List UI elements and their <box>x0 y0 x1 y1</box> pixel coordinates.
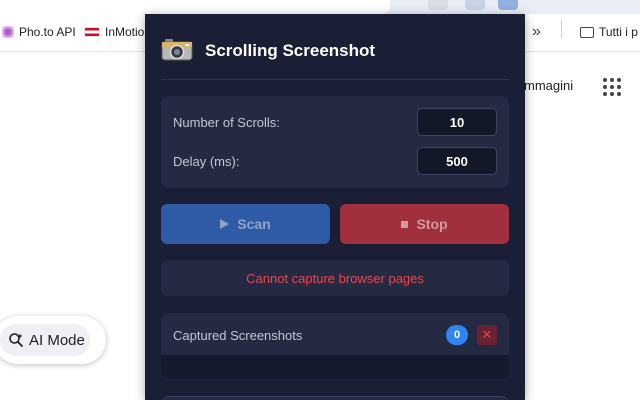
captured-header: Captured Screenshots 0 ✕ <box>173 324 497 346</box>
bookmark-item[interactable]: Pho.to API <box>2 25 76 39</box>
bookmark-label: Tutti i p <box>599 25 638 39</box>
bookmarks-overflow-chevron-icon[interactable]: » <box>532 23 541 41</box>
ai-mode-button[interactable]: AI Mode <box>0 324 90 356</box>
ai-mode-label: AI Mode <box>29 331 85 349</box>
browser-active-tab[interactable] <box>0 0 390 14</box>
scan-button-label: Scan <box>237 216 271 232</box>
active-extension-icon[interactable] <box>498 0 518 10</box>
extension-icon[interactable] <box>428 0 448 10</box>
clear-screenshots-close-icon[interactable]: ✕ <box>477 325 497 345</box>
browser-tab-strip <box>0 0 640 14</box>
captured-list <box>161 355 509 379</box>
delay-input[interactable] <box>417 147 497 175</box>
extension-popup: Scrolling Screenshot Number of Scrolls: … <box>145 14 525 400</box>
bookmarks-divider <box>561 20 562 38</box>
captured-controls: 0 ✕ <box>446 325 497 345</box>
captured-count-badge: 0 <box>446 325 468 345</box>
stop-icon <box>401 220 409 228</box>
google-apps-grid-icon[interactable] <box>603 78 621 96</box>
scan-button[interactable]: Scan <box>161 204 330 244</box>
scrolls-row: Number of Scrolls: <box>173 108 497 136</box>
scrolls-input[interactable] <box>417 108 497 136</box>
delay-row: Delay (ms): <box>173 147 497 175</box>
status-message: Cannot capture browser pages <box>161 260 509 296</box>
captured-screenshots-card: Captured Screenshots 0 ✕ <box>161 313 509 379</box>
play-icon <box>220 219 230 229</box>
bookmark-label: InMotio <box>105 25 145 39</box>
stop-button[interactable]: Stop <box>340 204 509 244</box>
popup-title: Scrolling Screenshot <box>205 41 376 60</box>
bookmark-item[interactable]: InMotio <box>84 25 144 39</box>
bookmark-folder[interactable]: Tutti i p <box>580 25 638 39</box>
images-link[interactable]: mmagini <box>524 78 573 93</box>
settings-card: Number of Scrolls: Delay (ms): <box>161 96 509 188</box>
camera-icon <box>161 39 193 61</box>
bookmark-favicon-icon <box>2 26 14 38</box>
folder-icon <box>580 26 594 38</box>
next-section-card <box>161 396 509 400</box>
extension-icon[interactable] <box>465 0 485 10</box>
search-sparkle-icon <box>9 333 23 347</box>
scrolls-label: Number of Scrolls: <box>173 114 280 130</box>
captured-label: Captured Screenshots <box>173 327 303 343</box>
delay-label: Delay (ms): <box>173 153 240 169</box>
stop-button-label: Stop <box>416 216 448 232</box>
ai-mode-pill: AI Mode <box>0 316 106 364</box>
flag-icon <box>84 27 100 37</box>
popup-header: Scrolling Screenshot <box>161 36 509 80</box>
bookmark-label: Pho.to API <box>19 25 76 39</box>
